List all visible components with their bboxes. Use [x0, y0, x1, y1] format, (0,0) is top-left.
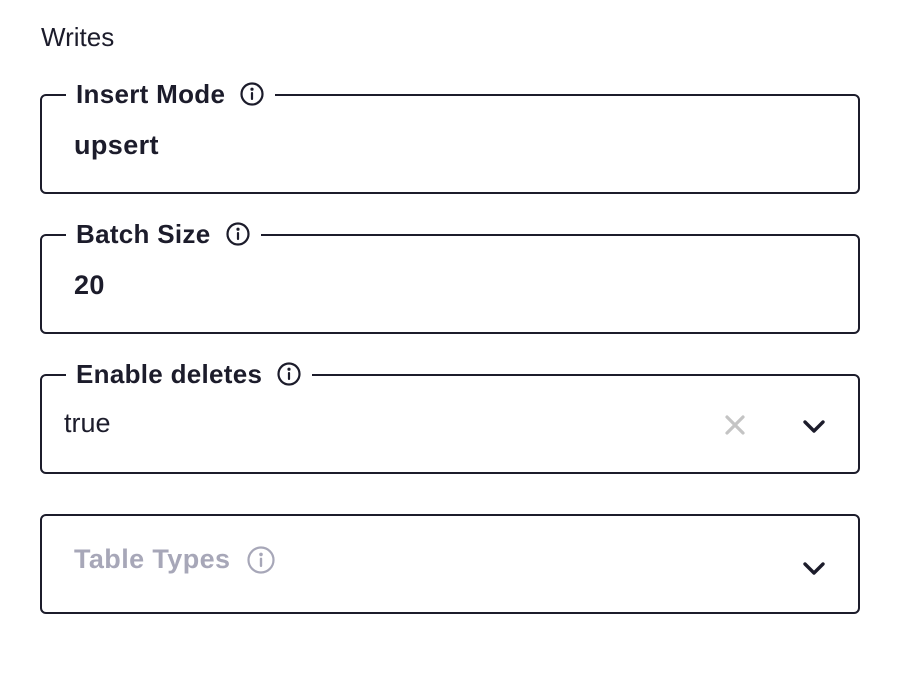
table-types-label: Table Types: [74, 544, 231, 574]
chevron-down-icon[interactable]: [800, 412, 828, 440]
info-icon[interactable]: [225, 221, 251, 247]
insert-mode-label: Insert Mode: [76, 78, 226, 109]
enable-deletes-legend: Enable deletes: [66, 356, 313, 392]
batch-size-legend: Batch Size: [66, 216, 261, 252]
insert-mode-legend: Insert Mode: [66, 76, 276, 112]
insert-mode-field[interactable]: Insert Mode: [40, 76, 860, 194]
close-icon[interactable]: [722, 412, 748, 438]
insert-mode-input[interactable]: [74, 128, 774, 162]
batch-size-input[interactable]: [74, 268, 774, 302]
table-types-placeholder: Table Types: [74, 544, 276, 575]
batch-size-field[interactable]: Batch Size: [40, 216, 860, 334]
table-types-select[interactable]: Table Types: [40, 514, 860, 614]
enable-deletes-label: Enable deletes: [76, 358, 263, 389]
enable-deletes-select[interactable]: Enable deletes true: [40, 356, 860, 474]
enable-deletes-value: true: [64, 408, 111, 438]
chevron-down-icon[interactable]: [800, 554, 828, 582]
info-icon[interactable]: [276, 361, 302, 387]
info-icon[interactable]: [246, 545, 276, 575]
section-title: Writes: [41, 22, 115, 52]
info-icon[interactable]: [239, 81, 265, 107]
batch-size-label: Batch Size: [76, 218, 211, 249]
